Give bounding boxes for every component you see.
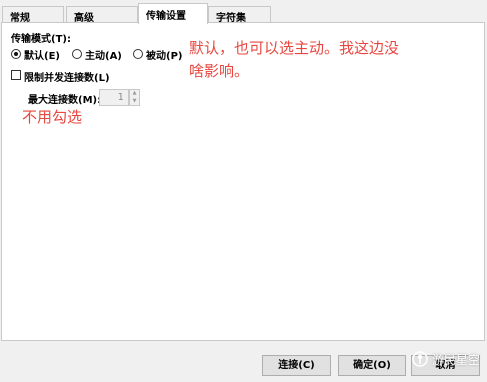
radio-active-label: 主动(A) xyxy=(85,51,122,62)
max-connections-spinner: ▲ ▼ xyxy=(129,89,140,106)
annotation-mode-note-line1: 默认，也可以选主动。我这边没 xyxy=(189,39,400,57)
spin-down-icon: ▼ xyxy=(132,98,137,104)
annotation-mode-note-line2: 啥影响。 xyxy=(189,62,250,80)
spin-up-icon: ▲ xyxy=(132,90,137,96)
ok-button[interactable]: 确定(O) xyxy=(338,355,406,376)
radio-passive-label: 被动(P) xyxy=(146,51,183,62)
annotation-limit-note: 不用勾选 xyxy=(22,108,83,126)
tab-transfer-settings[interactable]: 传输设置 xyxy=(138,3,208,24)
connect-button[interactable]: 连接(C) xyxy=(262,355,331,376)
radio-active-indicator[interactable] xyxy=(72,49,82,59)
transfer-mode-label: 传输模式(T): xyxy=(11,34,71,45)
radio-default-label: 默认(E) xyxy=(24,51,60,62)
limit-connections-box[interactable] xyxy=(11,70,21,80)
max-connections-label: 最大连接数(M): xyxy=(28,95,102,106)
radio-passive-indicator[interactable] xyxy=(133,49,143,59)
watermark: 游民星空 xyxy=(412,351,480,370)
tab-general[interactable]: 常规 xyxy=(2,6,64,24)
tab-advanced[interactable]: 高级 xyxy=(66,6,138,24)
tab-strip: 常规 高级 传输设置 字符集 xyxy=(0,0,487,24)
limit-connections-label: 限制并发连接数(L) xyxy=(24,73,110,84)
max-connections-value: 1 xyxy=(117,92,124,103)
max-connections-input: 1 xyxy=(99,89,129,106)
tab-charset[interactable]: 字符集 xyxy=(208,6,271,24)
radio-default-indicator[interactable] xyxy=(11,49,21,59)
watermark-text: 游民星空 xyxy=(431,353,480,367)
joystick-icon xyxy=(412,351,428,370)
